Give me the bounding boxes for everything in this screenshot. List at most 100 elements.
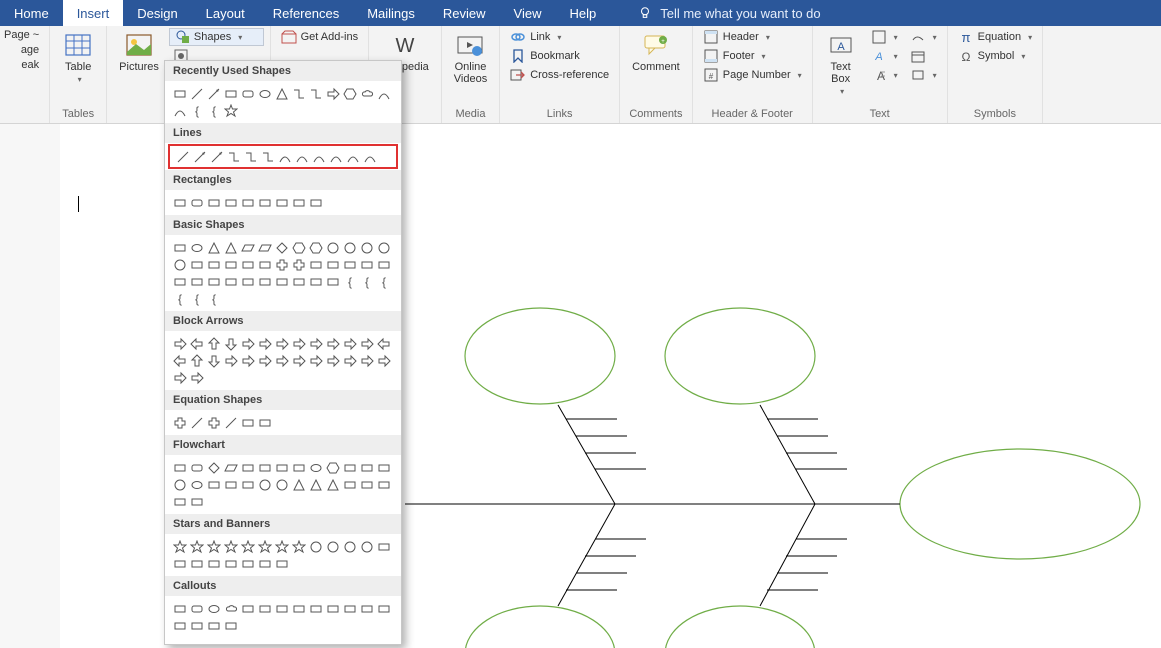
shape-rect[interactable] bbox=[205, 256, 222, 273]
shape-para[interactable] bbox=[256, 239, 273, 256]
shape-ellipse[interactable] bbox=[188, 476, 205, 493]
shape-elbow[interactable] bbox=[225, 148, 242, 165]
shape-rect[interactable] bbox=[222, 194, 239, 211]
shape-roundrect[interactable] bbox=[188, 600, 205, 617]
shapes-button[interactable]: Shapes bbox=[169, 28, 264, 46]
shape-plus[interactable] bbox=[205, 414, 222, 431]
shape-ellipse[interactable] bbox=[205, 600, 222, 617]
shape-rect[interactable] bbox=[171, 239, 188, 256]
shape-rect[interactable] bbox=[171, 617, 188, 634]
shape-arrowR[interactable] bbox=[239, 335, 256, 352]
shape-rect[interactable] bbox=[222, 256, 239, 273]
shape-elbow[interactable] bbox=[290, 85, 307, 102]
shape-roundrect[interactable] bbox=[188, 194, 205, 211]
shape-hex[interactable] bbox=[324, 459, 341, 476]
shape-rect[interactable] bbox=[324, 256, 341, 273]
shape-rect[interactable] bbox=[222, 85, 239, 102]
quick-parts-button[interactable] bbox=[867, 28, 902, 46]
shape-circle[interactable] bbox=[171, 256, 188, 273]
symbol-button[interactable]: Ω Symbol bbox=[954, 47, 1036, 65]
shape-star[interactable] bbox=[205, 538, 222, 555]
shape-elbow[interactable] bbox=[307, 85, 324, 102]
shape-arrowR[interactable] bbox=[375, 352, 392, 369]
tab-mailings[interactable]: Mailings bbox=[353, 0, 429, 26]
tab-review[interactable]: Review bbox=[429, 0, 500, 26]
shape-hex[interactable] bbox=[341, 85, 358, 102]
shape-rect[interactable] bbox=[239, 555, 256, 572]
shape-arrowR[interactable] bbox=[273, 335, 290, 352]
shape-circle[interactable] bbox=[171, 476, 188, 493]
shape-curve[interactable] bbox=[344, 148, 361, 165]
cross-reference-button[interactable]: Cross-reference bbox=[506, 66, 613, 84]
shape-rect[interactable] bbox=[273, 459, 290, 476]
shape-curve[interactable] bbox=[361, 148, 378, 165]
shape-rect[interactable] bbox=[256, 194, 273, 211]
shape-rect[interactable] bbox=[341, 476, 358, 493]
signature-line-button[interactable] bbox=[906, 28, 941, 46]
shape-rect[interactable] bbox=[205, 555, 222, 572]
shape-arrowR[interactable] bbox=[256, 335, 273, 352]
tab-references[interactable]: References bbox=[259, 0, 353, 26]
cover-page[interactable]: Page ~ bbox=[0, 28, 43, 42]
shape-rect[interactable] bbox=[188, 273, 205, 290]
equation-button[interactable]: π Equation bbox=[954, 28, 1036, 46]
shape-rect[interactable] bbox=[222, 617, 239, 634]
shape-arrowD[interactable] bbox=[222, 335, 239, 352]
shape-rect[interactable] bbox=[290, 600, 307, 617]
shape-arrowU[interactable] bbox=[188, 352, 205, 369]
shape-rect[interactable] bbox=[256, 256, 273, 273]
shape-ellipse[interactable] bbox=[188, 239, 205, 256]
shape-rect[interactable] bbox=[239, 459, 256, 476]
shape-rect[interactable] bbox=[171, 493, 188, 510]
shape-arrowR[interactable] bbox=[256, 352, 273, 369]
shape-rect[interactable] bbox=[239, 194, 256, 211]
shape-arrowR[interactable] bbox=[341, 335, 358, 352]
shape-triangle[interactable] bbox=[222, 239, 239, 256]
bookmark-button[interactable]: Bookmark bbox=[506, 47, 613, 65]
shape-star[interactable] bbox=[188, 538, 205, 555]
shape-triangle[interactable] bbox=[290, 476, 307, 493]
shape-rect[interactable] bbox=[171, 555, 188, 572]
page-break[interactable]: eak bbox=[17, 58, 43, 72]
shape-arrowR[interactable] bbox=[273, 352, 290, 369]
pictures-button[interactable]: Pictures bbox=[113, 28, 165, 76]
shape-curve[interactable] bbox=[276, 148, 293, 165]
shape-arrowL[interactable] bbox=[188, 335, 205, 352]
shape-rect[interactable] bbox=[239, 600, 256, 617]
shape-cloud[interactable] bbox=[222, 600, 239, 617]
shape-arrowR[interactable] bbox=[239, 352, 256, 369]
tab-layout[interactable]: Layout bbox=[192, 0, 259, 26]
shape-ellipse[interactable] bbox=[256, 85, 273, 102]
shape-rect[interactable] bbox=[341, 600, 358, 617]
shape-rect[interactable] bbox=[375, 459, 392, 476]
shape-rect[interactable] bbox=[256, 273, 273, 290]
shape-star[interactable] bbox=[222, 538, 239, 555]
shape-brace[interactable]: { bbox=[188, 102, 205, 119]
shape-rect[interactable] bbox=[188, 617, 205, 634]
shape-curve[interactable] bbox=[327, 148, 344, 165]
shape-arrowR[interactable] bbox=[324, 352, 341, 369]
shape-rect[interactable] bbox=[375, 600, 392, 617]
tab-insert[interactable]: Insert bbox=[63, 0, 124, 26]
shape-rect[interactable] bbox=[222, 273, 239, 290]
shape-rect[interactable] bbox=[341, 256, 358, 273]
drop-cap-button[interactable]: A bbox=[867, 66, 902, 84]
shape-rect[interactable] bbox=[273, 600, 290, 617]
shape-rect[interactable] bbox=[205, 617, 222, 634]
shape-rect[interactable] bbox=[290, 194, 307, 211]
shape-line[interactable] bbox=[188, 414, 205, 431]
shape-arrowR[interactable] bbox=[171, 369, 188, 386]
shape-hex[interactable] bbox=[307, 239, 324, 256]
shape-star[interactable] bbox=[256, 538, 273, 555]
shape-rect[interactable] bbox=[324, 600, 341, 617]
shape-rect[interactable] bbox=[307, 194, 324, 211]
shape-elbow[interactable] bbox=[242, 148, 259, 165]
shape-arrowR[interactable] bbox=[358, 335, 375, 352]
shape-hex[interactable] bbox=[290, 239, 307, 256]
shape-para[interactable] bbox=[222, 459, 239, 476]
link-button[interactable]: Link bbox=[506, 28, 613, 46]
shape-rect[interactable] bbox=[324, 273, 341, 290]
shape-arrowR[interactable] bbox=[290, 352, 307, 369]
footer-button[interactable]: Footer bbox=[699, 47, 806, 65]
object-button[interactable] bbox=[906, 66, 941, 84]
